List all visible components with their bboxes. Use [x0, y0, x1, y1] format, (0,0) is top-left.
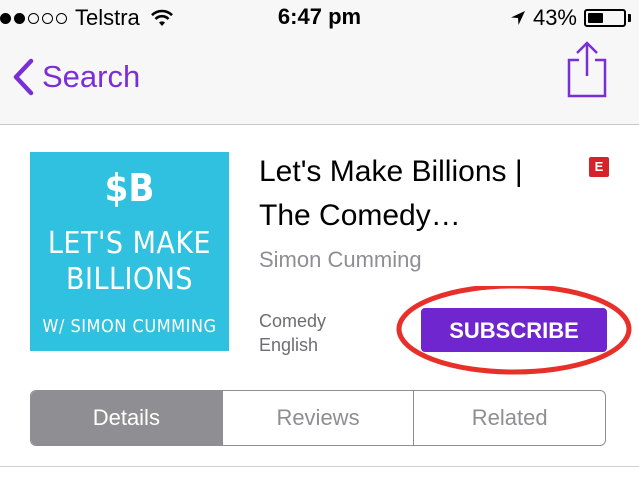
- navigation-bar: Search: [0, 34, 639, 125]
- status-right: 43%: [510, 5, 631, 31]
- podcast-genre: Comedy: [259, 311, 327, 331]
- battery-tip: [628, 14, 631, 22]
- status-bar: Telstra 6:47 pm 43%: [0, 0, 639, 34]
- artwork-logo: $B: [104, 166, 155, 210]
- tab-related[interactable]: Related: [414, 391, 605, 445]
- podcast-language: English: [259, 335, 319, 355]
- tab-details[interactable]: Details: [31, 391, 223, 445]
- back-button-label: Search: [42, 59, 141, 94]
- explicit-badge: E: [589, 157, 609, 177]
- podcast-artwork: $B LET'S MAKE BILLIONS W/ SIMON CUMMING: [30, 152, 229, 351]
- podcast-meta: Comedy English: [259, 309, 326, 357]
- chevron-left-icon: [13, 58, 34, 96]
- battery-percent: 43%: [532, 5, 577, 30]
- podcast-title-line2: The Comedy…: [259, 199, 461, 232]
- battery-level: [588, 13, 603, 23]
- back-button[interactable]: Search: [12, 58, 140, 96]
- segmented-control: Details Reviews Related: [30, 390, 606, 446]
- podcast-author[interactable]: Simon Cumming: [259, 247, 422, 273]
- share-icon[interactable]: [564, 40, 610, 98]
- location-arrow-icon: [510, 11, 525, 25]
- artwork-subtitle: W/ SIMON CUMMING: [42, 316, 217, 337]
- artwork-title-line2: BILLIONS: [65, 262, 194, 297]
- podcast-title-line1: Let's Make Billions |: [259, 155, 523, 188]
- battery-icon: [584, 9, 626, 27]
- tab-reviews[interactable]: Reviews: [223, 391, 415, 445]
- podcast-title: Let's Make Billions | The Comedy…: [259, 150, 569, 238]
- section-divider: [0, 466, 639, 467]
- highlight-circle: [396, 286, 632, 375]
- artwork-title-line1: LET'S MAKE: [47, 226, 212, 261]
